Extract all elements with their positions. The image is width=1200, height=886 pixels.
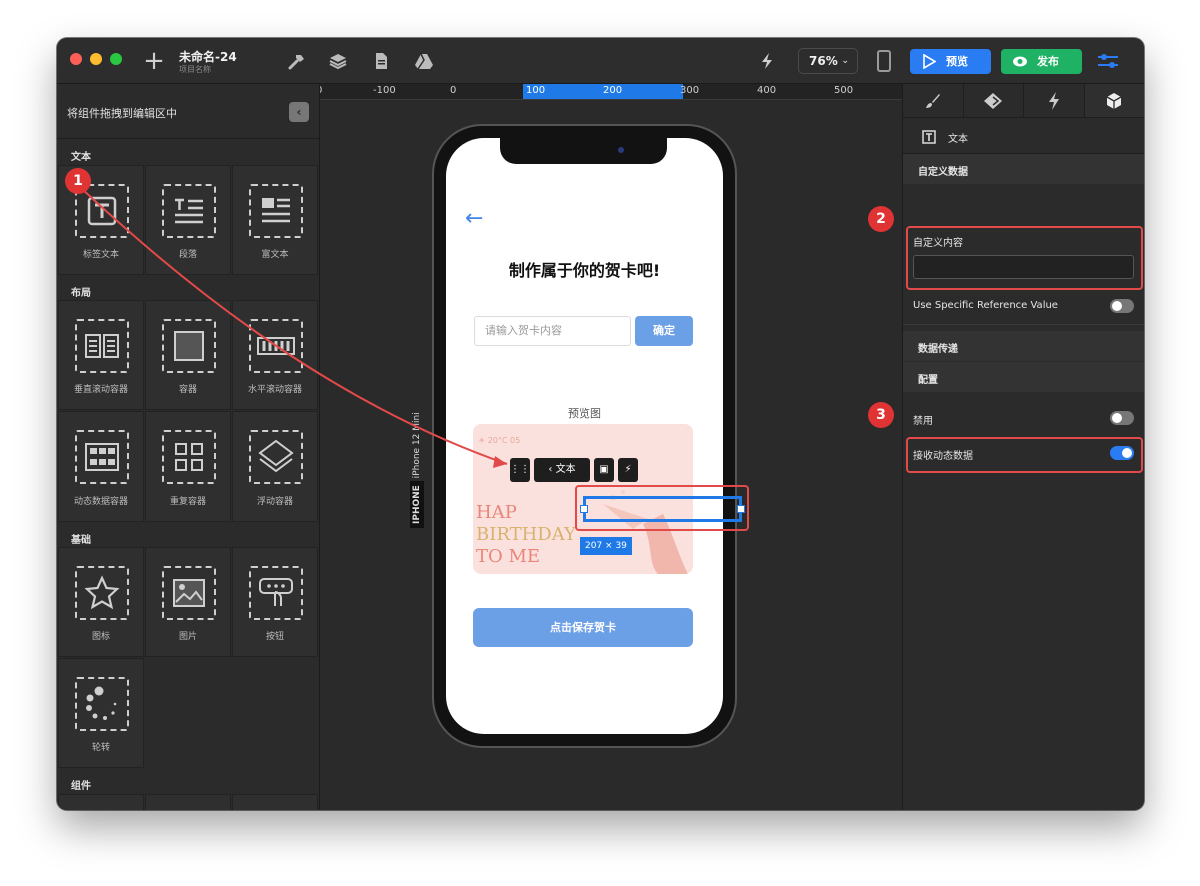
annotation-badge-3: 3 (868, 402, 894, 428)
annotation-badge-1: 1 (65, 168, 91, 194)
annotation-badge-2: 2 (868, 206, 894, 232)
annotation-arrow (80, 187, 508, 468)
app-window: + 未命名-24 项目名称 76% ⌄ 预览 发布 将组件拖拽到编辑区中 ‹ 文… (57, 38, 1144, 810)
